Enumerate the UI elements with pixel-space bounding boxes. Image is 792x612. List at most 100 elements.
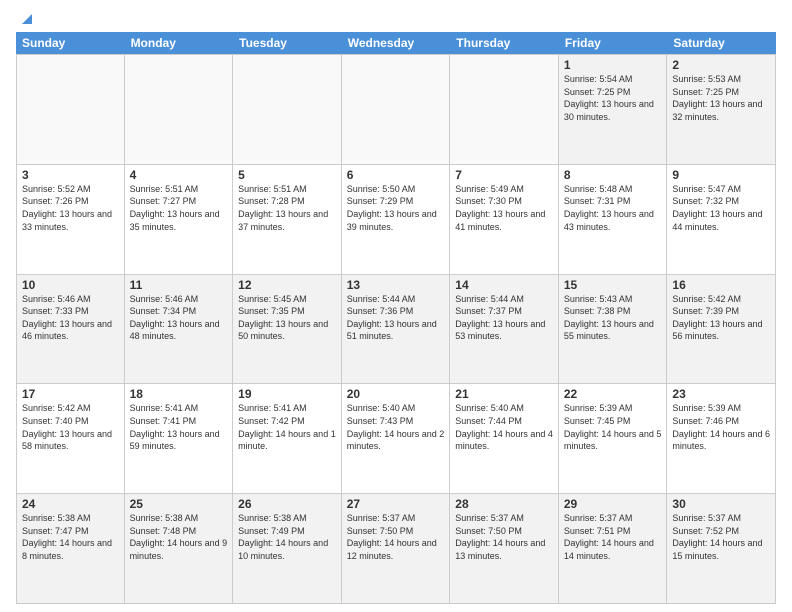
page: SundayMondayTuesdayWednesdayThursdayFrid…	[0, 0, 792, 612]
day-info: Sunrise: 5:47 AMSunset: 7:32 PMDaylight:…	[672, 183, 770, 233]
day-info: Sunrise: 5:41 AMSunset: 7:42 PMDaylight:…	[238, 402, 336, 452]
day-info: Sunrise: 5:43 AMSunset: 7:38 PMDaylight:…	[564, 293, 662, 343]
day-number: 16	[672, 278, 770, 292]
day-cell-11: 11Sunrise: 5:46 AMSunset: 7:34 PMDayligh…	[125, 275, 234, 384]
day-number: 26	[238, 497, 336, 511]
day-number: 4	[130, 168, 228, 182]
weekday-header-tuesday: Tuesday	[233, 32, 342, 54]
day-info: Sunrise: 5:42 AMSunset: 7:40 PMDaylight:…	[22, 402, 119, 452]
day-info: Sunrise: 5:42 AMSunset: 7:39 PMDaylight:…	[672, 293, 770, 343]
day-number: 11	[130, 278, 228, 292]
day-info: Sunrise: 5:53 AMSunset: 7:25 PMDaylight:…	[672, 73, 770, 123]
day-number: 2	[672, 58, 770, 72]
day-info: Sunrise: 5:48 AMSunset: 7:31 PMDaylight:…	[564, 183, 662, 233]
day-info: Sunrise: 5:40 AMSunset: 7:43 PMDaylight:…	[347, 402, 445, 452]
day-cell-13: 13Sunrise: 5:44 AMSunset: 7:36 PMDayligh…	[342, 275, 451, 384]
day-info: Sunrise: 5:37 AMSunset: 7:51 PMDaylight:…	[564, 512, 662, 562]
calendar-row-1: 3Sunrise: 5:52 AMSunset: 7:26 PMDaylight…	[16, 165, 776, 275]
day-cell-4: 4Sunrise: 5:51 AMSunset: 7:27 PMDaylight…	[125, 165, 234, 274]
day-cell-30: 30Sunrise: 5:37 AMSunset: 7:52 PMDayligh…	[667, 494, 776, 603]
day-number: 21	[455, 387, 553, 401]
day-cell-14: 14Sunrise: 5:44 AMSunset: 7:37 PMDayligh…	[450, 275, 559, 384]
day-info: Sunrise: 5:41 AMSunset: 7:41 PMDaylight:…	[130, 402, 228, 452]
day-number: 19	[238, 387, 336, 401]
day-info: Sunrise: 5:51 AMSunset: 7:27 PMDaylight:…	[130, 183, 228, 233]
day-cell-17: 17Sunrise: 5:42 AMSunset: 7:40 PMDayligh…	[16, 384, 125, 493]
logo-triangle-icon	[18, 10, 36, 28]
day-number: 1	[564, 58, 662, 72]
day-number: 5	[238, 168, 336, 182]
day-number: 10	[22, 278, 119, 292]
day-info: Sunrise: 5:52 AMSunset: 7:26 PMDaylight:…	[22, 183, 119, 233]
weekday-header-thursday: Thursday	[450, 32, 559, 54]
weekday-header-friday: Friday	[559, 32, 668, 54]
day-info: Sunrise: 5:38 AMSunset: 7:48 PMDaylight:…	[130, 512, 228, 562]
day-number: 22	[564, 387, 662, 401]
day-cell-7: 7Sunrise: 5:49 AMSunset: 7:30 PMDaylight…	[450, 165, 559, 274]
calendar-row-2: 10Sunrise: 5:46 AMSunset: 7:33 PMDayligh…	[16, 275, 776, 385]
empty-cell-0-3	[342, 55, 451, 164]
day-cell-29: 29Sunrise: 5:37 AMSunset: 7:51 PMDayligh…	[559, 494, 668, 603]
day-number: 18	[130, 387, 228, 401]
day-info: Sunrise: 5:46 AMSunset: 7:33 PMDaylight:…	[22, 293, 119, 343]
weekday-header-saturday: Saturday	[667, 32, 776, 54]
day-info: Sunrise: 5:37 AMSunset: 7:50 PMDaylight:…	[455, 512, 553, 562]
day-info: Sunrise: 5:37 AMSunset: 7:52 PMDaylight:…	[672, 512, 770, 562]
day-cell-16: 16Sunrise: 5:42 AMSunset: 7:39 PMDayligh…	[667, 275, 776, 384]
day-cell-6: 6Sunrise: 5:50 AMSunset: 7:29 PMDaylight…	[342, 165, 451, 274]
day-number: 13	[347, 278, 445, 292]
day-number: 8	[564, 168, 662, 182]
day-cell-20: 20Sunrise: 5:40 AMSunset: 7:43 PMDayligh…	[342, 384, 451, 493]
day-number: 14	[455, 278, 553, 292]
day-number: 12	[238, 278, 336, 292]
day-cell-26: 26Sunrise: 5:38 AMSunset: 7:49 PMDayligh…	[233, 494, 342, 603]
calendar: SundayMondayTuesdayWednesdayThursdayFrid…	[16, 32, 776, 604]
day-info: Sunrise: 5:44 AMSunset: 7:36 PMDaylight:…	[347, 293, 445, 343]
weekday-header-monday: Monday	[125, 32, 234, 54]
logo	[16, 12, 36, 28]
empty-cell-0-2	[233, 55, 342, 164]
day-info: Sunrise: 5:38 AMSunset: 7:47 PMDaylight:…	[22, 512, 119, 562]
day-cell-23: 23Sunrise: 5:39 AMSunset: 7:46 PMDayligh…	[667, 384, 776, 493]
day-number: 25	[130, 497, 228, 511]
day-info: Sunrise: 5:39 AMSunset: 7:45 PMDaylight:…	[564, 402, 662, 452]
day-info: Sunrise: 5:49 AMSunset: 7:30 PMDaylight:…	[455, 183, 553, 233]
day-cell-2: 2Sunrise: 5:53 AMSunset: 7:25 PMDaylight…	[667, 55, 776, 164]
day-cell-19: 19Sunrise: 5:41 AMSunset: 7:42 PMDayligh…	[233, 384, 342, 493]
day-info: Sunrise: 5:39 AMSunset: 7:46 PMDaylight:…	[672, 402, 770, 452]
day-cell-15: 15Sunrise: 5:43 AMSunset: 7:38 PMDayligh…	[559, 275, 668, 384]
day-number: 17	[22, 387, 119, 401]
day-cell-9: 9Sunrise: 5:47 AMSunset: 7:32 PMDaylight…	[667, 165, 776, 274]
day-number: 20	[347, 387, 445, 401]
calendar-header: SundayMondayTuesdayWednesdayThursdayFrid…	[16, 32, 776, 54]
day-number: 29	[564, 497, 662, 511]
day-info: Sunrise: 5:46 AMSunset: 7:34 PMDaylight:…	[130, 293, 228, 343]
day-number: 7	[455, 168, 553, 182]
day-cell-8: 8Sunrise: 5:48 AMSunset: 7:31 PMDaylight…	[559, 165, 668, 274]
day-number: 6	[347, 168, 445, 182]
day-cell-22: 22Sunrise: 5:39 AMSunset: 7:45 PMDayligh…	[559, 384, 668, 493]
calendar-row-0: 1Sunrise: 5:54 AMSunset: 7:25 PMDaylight…	[16, 54, 776, 165]
day-info: Sunrise: 5:54 AMSunset: 7:25 PMDaylight:…	[564, 73, 662, 123]
day-number: 9	[672, 168, 770, 182]
day-info: Sunrise: 5:38 AMSunset: 7:49 PMDaylight:…	[238, 512, 336, 562]
day-cell-21: 21Sunrise: 5:40 AMSunset: 7:44 PMDayligh…	[450, 384, 559, 493]
calendar-body: 1Sunrise: 5:54 AMSunset: 7:25 PMDaylight…	[16, 54, 776, 604]
weekday-header-wednesday: Wednesday	[342, 32, 451, 54]
day-info: Sunrise: 5:50 AMSunset: 7:29 PMDaylight:…	[347, 183, 445, 233]
day-info: Sunrise: 5:40 AMSunset: 7:44 PMDaylight:…	[455, 402, 553, 452]
empty-cell-0-0	[16, 55, 125, 164]
calendar-row-4: 24Sunrise: 5:38 AMSunset: 7:47 PMDayligh…	[16, 494, 776, 604]
day-cell-25: 25Sunrise: 5:38 AMSunset: 7:48 PMDayligh…	[125, 494, 234, 603]
day-cell-18: 18Sunrise: 5:41 AMSunset: 7:41 PMDayligh…	[125, 384, 234, 493]
calendar-row-3: 17Sunrise: 5:42 AMSunset: 7:40 PMDayligh…	[16, 384, 776, 494]
empty-cell-0-1	[125, 55, 234, 164]
day-number: 24	[22, 497, 119, 511]
day-cell-12: 12Sunrise: 5:45 AMSunset: 7:35 PMDayligh…	[233, 275, 342, 384]
day-number: 30	[672, 497, 770, 511]
day-info: Sunrise: 5:45 AMSunset: 7:35 PMDaylight:…	[238, 293, 336, 343]
day-cell-5: 5Sunrise: 5:51 AMSunset: 7:28 PMDaylight…	[233, 165, 342, 274]
day-info: Sunrise: 5:51 AMSunset: 7:28 PMDaylight:…	[238, 183, 336, 233]
day-number: 15	[564, 278, 662, 292]
day-info: Sunrise: 5:37 AMSunset: 7:50 PMDaylight:…	[347, 512, 445, 562]
